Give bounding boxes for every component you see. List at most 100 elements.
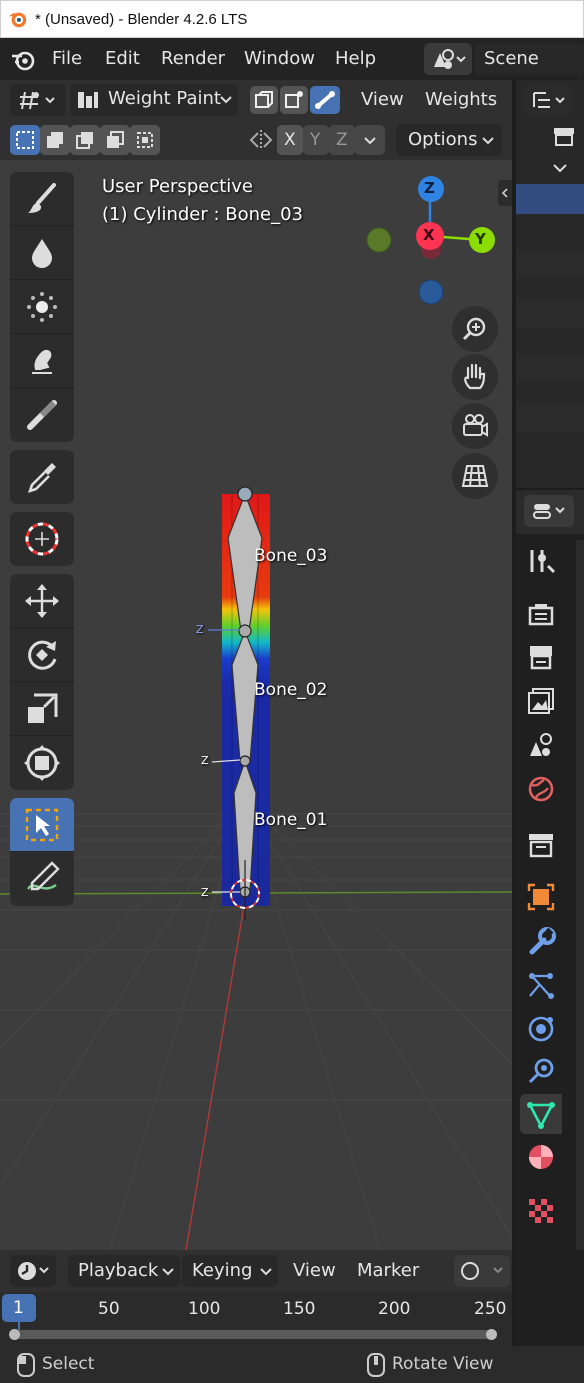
editor-type-button[interactable] [10, 84, 66, 116]
scene-selector-button[interactable] [424, 43, 472, 75]
tool-tab-icon[interactable] [526, 546, 556, 576]
properties-editor-type-button[interactable] [524, 495, 574, 527]
tool-draw[interactable] [10, 172, 74, 226]
blur-drop-icon [32, 238, 52, 268]
paint-tools-group [10, 172, 74, 442]
bone-label-03: Bone_03 [254, 546, 328, 566]
blender-menu-icon[interactable] [10, 48, 36, 72]
collection-box-icon [554, 128, 574, 146]
outliner-row[interactable] [516, 354, 584, 380]
outliner-tree[interactable] [516, 120, 584, 480]
scene-name-field[interactable]: Scene [474, 43, 584, 75]
gizmo-y-axis[interactable]: Y [469, 227, 495, 253]
select-mode-intersect-button[interactable] [130, 125, 160, 155]
outliner-selected-row[interactable] [516, 184, 584, 214]
bone-selection-button[interactable] [310, 86, 340, 114]
bone-02-head-joint[interactable] [239, 755, 251, 767]
timeline-editor-type-button[interactable] [10, 1255, 56, 1287]
keying-dropdown[interactable]: Keying [182, 1255, 278, 1287]
render-tab-icon[interactable] [526, 600, 556, 630]
select-mode-extend-button[interactable] [40, 125, 70, 155]
timeline-scrollbar[interactable] [9, 1329, 497, 1340]
tool-average[interactable] [10, 280, 74, 334]
world-tab-icon[interactable] [526, 774, 556, 804]
constraints-tab-icon[interactable] [526, 1056, 556, 1086]
material-tab-icon[interactable] [526, 1142, 556, 1172]
outliner-editor-type-button[interactable] [526, 84, 572, 116]
timeline-menu-marker[interactable]: Marker [357, 1260, 419, 1281]
timeline-area[interactable]: 1 50 100 150 200 250 [0, 1292, 512, 1346]
outliner-row[interactable] [516, 406, 584, 432]
tool-move[interactable] [10, 574, 74, 628]
bone-03-head-joint[interactable] [238, 624, 252, 638]
mesh-data-tab-icon[interactable] [526, 1100, 556, 1130]
zoom-button[interactable] [452, 306, 498, 352]
rotate-icon [28, 640, 57, 670]
gizmo-x-axis[interactable]: X [416, 222, 444, 250]
select-tools-group [10, 798, 74, 906]
texture-tab-icon[interactable] [526, 1196, 556, 1226]
mirror-y-toggle[interactable]: Y [303, 125, 329, 155]
outliner-row[interactable] [516, 250, 584, 276]
menu-render[interactable]: Render [161, 48, 225, 69]
menu-weights[interactable]: Weights [425, 89, 497, 110]
camera-view-button[interactable] [452, 403, 498, 449]
auto-keying-toggle[interactable] [454, 1255, 510, 1287]
eyedropper-icon [27, 463, 56, 494]
mirror-options-dropdown[interactable] [355, 125, 385, 155]
options-dropdown[interactable]: Options [396, 124, 502, 156]
tool-transform[interactable] [10, 736, 74, 790]
mirror-z-toggle[interactable]: Z [329, 125, 355, 155]
pan-button[interactable] [452, 354, 498, 400]
mirror-icon [249, 130, 273, 150]
gizmo-z-axis[interactable]: Z [418, 176, 444, 202]
scroll-handle-left[interactable] [9, 1329, 20, 1340]
menu-file[interactable]: File [52, 48, 82, 69]
outliner-row[interactable] [516, 302, 584, 328]
scroll-handle-right[interactable] [486, 1329, 497, 1340]
physics-tab-icon[interactable] [526, 1014, 556, 1044]
tool-gradient[interactable] [10, 388, 74, 442]
perspective-toggle-button[interactable] [452, 453, 498, 499]
vertex-mask-button[interactable] [280, 86, 308, 114]
object-tab-icon[interactable] [526, 882, 556, 912]
view-layer-tab-icon[interactable] [526, 686, 556, 716]
current-frame-label: 1 [13, 1298, 24, 1318]
select-mode-subtract-button[interactable] [70, 125, 100, 155]
tool-cursor[interactable] [10, 512, 74, 566]
tool-blur[interactable] [10, 226, 74, 280]
status-rotate-label: Rotate View [392, 1354, 494, 1374]
frame-tick-100: 100 [188, 1299, 221, 1319]
collection-tab-icon[interactable] [526, 830, 556, 860]
tool-scale[interactable] [10, 682, 74, 736]
tool-smear[interactable] [10, 334, 74, 388]
menu-view[interactable]: View [361, 89, 404, 110]
tool-annotate[interactable] [10, 852, 74, 906]
paint-mask-button[interactable] [250, 86, 278, 114]
select-mode-new-button[interactable] [10, 125, 40, 155]
bone-03-tail-joint[interactable] [237, 486, 253, 502]
tool-rotate[interactable] [10, 628, 74, 682]
outliner-panel [516, 80, 584, 488]
top-menu-bar: File Edit Render Window Help Scene [0, 38, 584, 80]
current-frame-indicator[interactable]: 1 [2, 1294, 36, 1322]
playback-dropdown[interactable]: Playback [68, 1255, 180, 1287]
record-circle-icon [461, 1262, 503, 1280]
modifier-wrench-tab-icon[interactable] [526, 926, 556, 956]
scene-tab-icon[interactable] [526, 730, 556, 760]
select-invert-icon [107, 131, 124, 148]
select-mode-invert-button[interactable] [100, 125, 130, 155]
output-tab-icon[interactable] [526, 642, 556, 672]
keying-label: Keying [192, 1260, 253, 1281]
tool-select-box[interactable] [10, 798, 74, 852]
3d-viewport[interactable]: Bone_03 Bone_02 Bone_01 Z Z Z User Persp… [0, 160, 512, 1250]
mirror-x-toggle[interactable]: X [277, 125, 303, 155]
particles-tab-icon[interactable] [526, 970, 556, 1000]
menu-edit[interactable]: Edit [105, 48, 140, 69]
menu-window[interactable]: Window [244, 48, 315, 69]
menu-help[interactable]: Help [335, 48, 376, 69]
tool-sample-weight[interactable] [10, 450, 74, 504]
timeline-menu-view[interactable]: View [293, 1260, 336, 1281]
mode-dropdown[interactable]: Weight Paint [70, 84, 238, 116]
sidebar-toggle[interactable] [498, 180, 512, 206]
